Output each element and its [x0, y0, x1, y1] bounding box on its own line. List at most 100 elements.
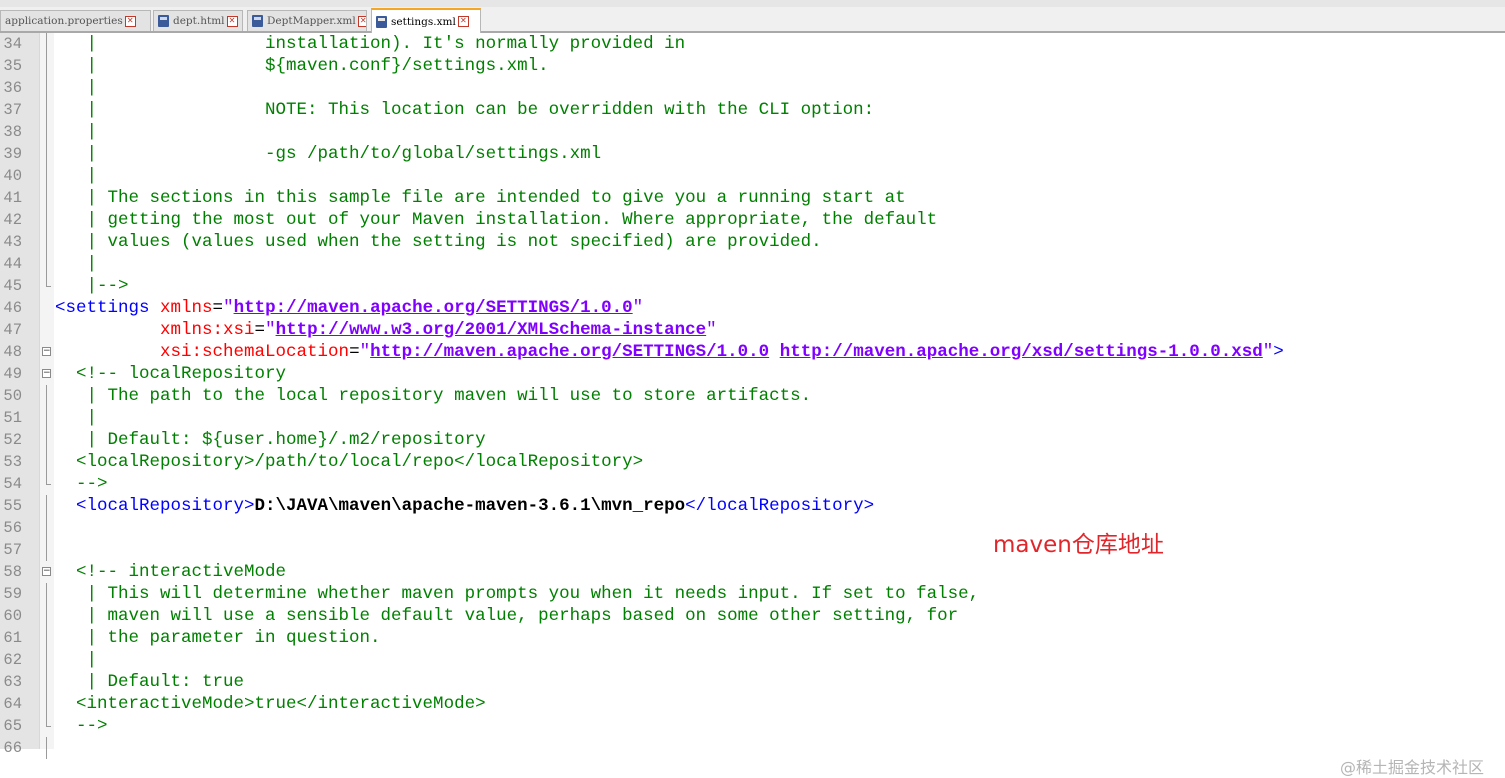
code-token: | maven will use a sensible default valu… — [55, 606, 959, 626]
code-line[interactable]: 60 | maven will use a sensible default v… — [0, 605, 1505, 627]
fold-toggle-icon[interactable] — [42, 561, 51, 583]
code-text: | Default: true — [55, 671, 245, 693]
code-token: = — [254, 320, 266, 340]
code-line[interactable]: 36 | — [0, 77, 1505, 99]
code-line[interactable]: 52 | Default: ${user.home}/.m2/repositor… — [0, 429, 1505, 451]
fold-toggle-icon[interactable] — [42, 341, 51, 363]
line-number: 38 — [3, 123, 22, 141]
code-line[interactable]: 57 — [0, 539, 1505, 561]
code-line[interactable]: 63 | Default: true — [0, 671, 1505, 693]
close-icon[interactable]: ✕ — [226, 15, 238, 27]
code-line[interactable]: 65 --> — [0, 715, 1505, 737]
line-number: 65 — [3, 717, 22, 735]
code-token: | — [55, 122, 98, 142]
code-token: = — [212, 298, 224, 318]
code-text: | The path to the local repository maven… — [55, 385, 812, 407]
line-number: 50 — [3, 387, 22, 405]
file-icon — [252, 15, 263, 27]
code-token: <settings — [55, 298, 161, 318]
code-token: --> — [55, 716, 108, 736]
code-token: | — [55, 78, 98, 98]
code-line[interactable]: 62 | — [0, 649, 1505, 671]
tab-application-properties[interactable]: application.properties ✕ — [0, 10, 151, 31]
code-line[interactable]: 66 — [0, 737, 1505, 759]
line-number: 37 — [3, 101, 22, 119]
tab-deptmapper-xml[interactable]: DeptMapper.xml ✕ — [247, 10, 367, 31]
code-token: | values (values used when the setting i… — [55, 232, 822, 252]
line-number: 43 — [3, 233, 22, 251]
line-number: 47 — [3, 321, 22, 339]
code-token: http://maven.apache.org/SETTINGS/1.0.0 — [233, 298, 633, 318]
code-line[interactable]: 48 xsi:schemaLocation="http://maven.apac… — [0, 341, 1505, 363]
code-editor[interactable]: 34 | installation). It's normally provid… — [0, 33, 1505, 777]
code-text: | maven will use a sensible default valu… — [55, 605, 959, 627]
code-line[interactable]: 53 <localRepository>/path/to/local/repo<… — [0, 451, 1505, 473]
code-line[interactable]: 43 | values (values used when the settin… — [0, 231, 1505, 253]
code-token: | The sections in this sample file are i… — [55, 188, 906, 208]
code-token: <interactiveMode>true</interactiveMode> — [55, 694, 486, 714]
fold-guide — [42, 253, 51, 275]
code-text: <localRepository>/path/to/local/repo</lo… — [55, 451, 643, 473]
code-token: " — [1262, 342, 1274, 362]
close-icon[interactable]: ✕ — [357, 15, 366, 27]
code-line[interactable]: 59 | This will determine whether maven p… — [0, 583, 1505, 605]
fold-guide — [42, 451, 51, 473]
code-token: <!-- localRepository — [55, 364, 287, 384]
code-line[interactable]: 34 | installation). It's normally provid… — [0, 33, 1505, 55]
code-line[interactable]: 37 | NOTE: This location can be overridd… — [0, 99, 1505, 121]
save-icon — [376, 15, 387, 28]
code-line[interactable]: 50 | The path to the local repository ma… — [0, 385, 1505, 407]
fold-guide — [42, 693, 51, 715]
line-number: 40 — [3, 167, 22, 185]
code-token: http://maven.apache.org/xsd/settings-1.0… — [779, 342, 1263, 362]
line-number: 49 — [3, 365, 22, 383]
code-token: | — [55, 650, 98, 670]
code-token: xmlns — [160, 298, 213, 318]
code-line[interactable]: 39 | -gs /path/to/global/settings.xml — [0, 143, 1505, 165]
close-icon[interactable]: ✕ — [457, 16, 469, 27]
code-token: " — [632, 298, 644, 318]
code-token: D:\JAVA\maven\apache-maven-3.6.1\mvn_rep… — [254, 496, 686, 516]
line-number: 59 — [3, 585, 22, 603]
code-token: | ${maven.conf}/settings.xml. — [55, 56, 549, 76]
code-text: | — [55, 649, 98, 671]
code-line[interactable]: 44 | — [0, 253, 1505, 275]
code-line[interactable]: 46 <settings xmlns="http://maven.apache.o… — [0, 297, 1505, 319]
line-number: 56 — [3, 519, 22, 537]
code-line[interactable]: 38 | — [0, 121, 1505, 143]
code-token: | getting the most out of your Maven ins… — [55, 210, 938, 230]
fold-guide — [42, 209, 51, 231]
code-line[interactable]: 51 | — [0, 407, 1505, 429]
code-line[interactable]: 55 <localRepository>D:\JAVA\maven\apache… — [0, 495, 1505, 517]
fold-guide — [42, 627, 51, 649]
fold-toggle-icon[interactable] — [42, 363, 51, 385]
code-line[interactable]: 61 | the parameter in question. — [0, 627, 1505, 649]
code-line[interactable]: 64 <interactiveMode>true</interactiveMod… — [0, 693, 1505, 715]
code-token: --> — [55, 474, 108, 494]
line-number: 44 — [3, 255, 22, 273]
fold-guide — [42, 231, 51, 253]
code-line[interactable]: 45 |--> — [0, 275, 1505, 297]
code-token: | installation). It's normally provided … — [55, 34, 686, 54]
code-text: | Default: ${user.home}/.m2/repository — [55, 429, 486, 451]
code-line[interactable]: 49 <!-- localRepository — [0, 363, 1505, 385]
code-text: | getting the most out of your Maven ins… — [55, 209, 938, 231]
code-line[interactable]: 56 — [0, 517, 1505, 539]
code-token: | Default: ${user.home}/.m2/repository — [55, 430, 486, 450]
tab-dept-html[interactable]: dept.html ✕ — [153, 10, 243, 31]
code-token: " — [265, 320, 276, 340]
fold-guide — [42, 407, 51, 429]
code-text: --> — [55, 473, 108, 495]
code-line[interactable]: 54 --> — [0, 473, 1505, 495]
code-line[interactable]: 35 | ${maven.conf}/settings.xml. — [0, 55, 1505, 77]
close-icon[interactable]: ✕ — [124, 15, 136, 27]
tab-settings-xml[interactable]: settings.xml ✕ — [371, 8, 481, 33]
code-line[interactable]: 58 <!-- interactiveMode — [0, 561, 1505, 583]
code-token: | — [55, 166, 98, 186]
code-line[interactable]: 41 | The sections in this sample file ar… — [0, 187, 1505, 209]
code-line[interactable]: 42 | getting the most out of your Maven … — [0, 209, 1505, 231]
code-line[interactable]: 40 | — [0, 165, 1505, 187]
fold-guide — [42, 539, 51, 561]
code-line[interactable]: 47 xmlns:xsi="http://www.w3.org/2001/XML… — [0, 319, 1505, 341]
